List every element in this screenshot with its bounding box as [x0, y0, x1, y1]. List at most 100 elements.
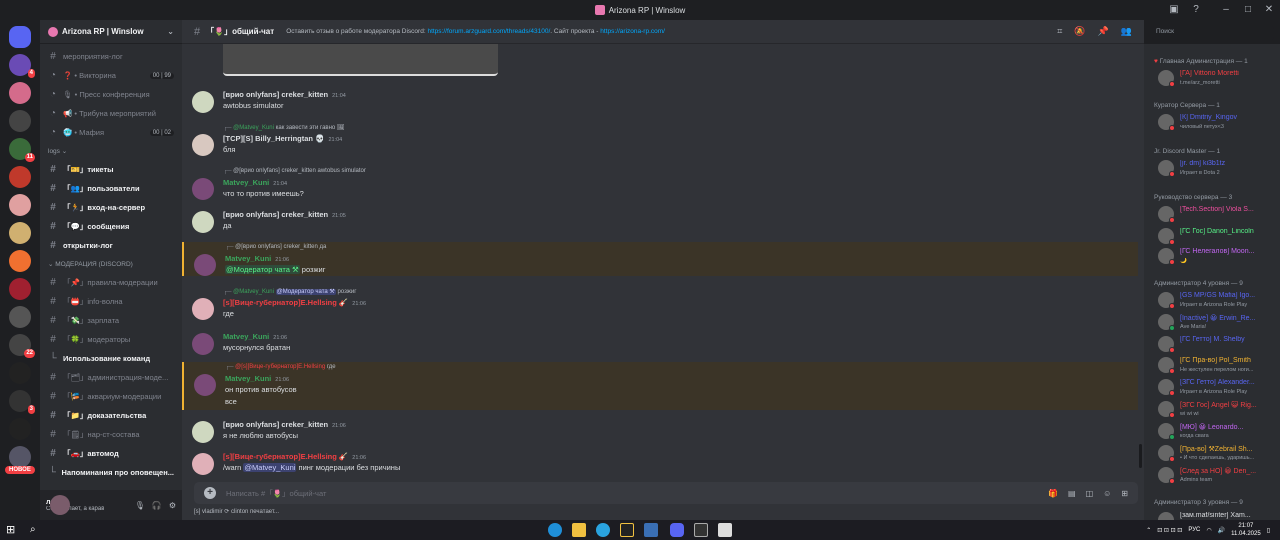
channel-item[interactable]: # 「📛」info-волна — [40, 292, 182, 311]
thread-item[interactable]: └ Напоминания про оповещен... — [40, 463, 182, 482]
help-icon[interactable]: ? — [1190, 4, 1202, 16]
channel-item[interactable]: # 「🗂」администрация-моде... — [40, 368, 182, 387]
language-indicator[interactable]: РУС — [1188, 527, 1200, 533]
avatar[interactable] — [192, 91, 214, 113]
close-icon[interactable]: ✕ — [1263, 4, 1275, 16]
reply-reference[interactable]: ┌─ @[врио onlyfans] creker_kitten да — [225, 244, 326, 250]
tray-icons[interactable]: ⊡ ⊡ ⊡ ⊡ — [1157, 527, 1182, 534]
member-item[interactable]: [зам.maf/sinter] Xam... — [1158, 510, 1276, 520]
server-icon-1[interactable]: 4 — [9, 54, 35, 78]
gear-icon[interactable]: ⚙ — [169, 501, 176, 510]
app-icon-4[interactable] — [718, 523, 732, 537]
member-item[interactable]: [ЗГС Гетто] Alexander... Играет в Arizona… — [1158, 377, 1276, 397]
members-icon[interactable]: 👥 — [1121, 26, 1132, 37]
avatar[interactable] — [192, 134, 214, 156]
category-moderation[interactable]: ⌄ МОДЕРАЦИЯ (DISCORD) — [40, 255, 182, 273]
server-icon-6[interactable] — [9, 194, 31, 216]
member-item[interactable]: [След за НО] 😀 Den_... Admins team — [1158, 465, 1276, 485]
message-author[interactable]: Matvey_Kuni 21:06 — [225, 254, 289, 263]
member-item[interactable]: [ГА] Vittorio Moretti t.me/arz_moretti — [1158, 68, 1276, 88]
channel-item[interactable]: # 「🚗」автомод — [40, 444, 182, 463]
pin-icon[interactable]: 📌 — [1098, 26, 1109, 37]
emoji-icon[interactable]: ☺ — [1103, 489, 1111, 498]
member-item[interactable]: [ГС Нелегалов] Moon... 🌙 — [1158, 246, 1276, 266]
maximize-icon[interactable]: □ — [1242, 4, 1254, 16]
reply-reference[interactable]: ┌─ @Matvey_Kuni @Модератор чата ⚒ розжиг — [223, 288, 356, 295]
app-icon-3[interactable] — [694, 523, 708, 537]
avatar[interactable] — [192, 453, 214, 475]
edge-browser-icon[interactable] — [548, 523, 562, 537]
member-item[interactable]: [ЗГС Гос] Angel 😺 Rig... wi wi wi — [1158, 399, 1276, 419]
app-icon[interactable] — [620, 523, 634, 537]
server-icon-9[interactable] — [9, 278, 31, 300]
minimize-icon[interactable]: – — [1220, 4, 1232, 16]
channel-item[interactable]: # 「🗒」нар-ст-состава — [40, 425, 182, 444]
member-item[interactable]: [ГС Гос] Danon_Lincoln — [1158, 226, 1276, 246]
discord-taskbar-icon[interactable] — [670, 523, 684, 537]
notifications-icon[interactable]: ▯ — [1267, 527, 1270, 534]
telegram-icon[interactable] — [596, 523, 610, 537]
search-icon[interactable]: ⌕ — [30, 523, 44, 537]
windows-start-icon[interactable]: ⊞ — [6, 523, 20, 537]
volume-icon[interactable]: 🔊 — [1218, 527, 1225, 534]
file-explorer-icon[interactable] — [572, 523, 586, 537]
channel-item[interactable]: # открытки-лог — [40, 236, 182, 255]
discord-home-icon[interactable] — [9, 26, 31, 48]
clock[interactable]: 21:07 11.04.2025 — [1231, 522, 1261, 538]
avatar[interactable] — [194, 374, 216, 396]
voice-channel-item[interactable]: ◔ 🎙 • Пресс конференция — [40, 85, 182, 104]
headphones-icon[interactable]: 🎧 — [152, 501, 162, 510]
topic-link-site[interactable]: https://arizona-rp.com/ — [600, 28, 665, 35]
server-icon-14[interactable] — [9, 418, 31, 440]
message-composer[interactable]: + Написать #「🌷」общий-чат 🎁 ▤ ◫ ☺ ⊞ — [194, 482, 1138, 504]
member-item[interactable]: [МЮ] 😀 Leonardo... когда свага — [1158, 421, 1276, 441]
server-icon-11[interactable]: 22 — [9, 334, 35, 358]
scrollbar-thumb[interactable] — [1139, 444, 1142, 468]
thread-item[interactable]: └ Использование команд — [40, 349, 182, 368]
user-mention[interactable]: @Matvey_Kuni — [243, 463, 297, 472]
member-item[interactable]: [jr. dm] ki3b1tz Играет в Dota 2 — [1158, 158, 1276, 178]
gift-icon[interactable]: 🎁 — [1048, 489, 1058, 498]
tray-chevron-icon[interactable]: ⌃ — [1146, 527, 1151, 534]
search-input[interactable]: Поиск — [1152, 26, 1274, 40]
message-author[interactable]: Matvey_Kuni 21:04 — [223, 178, 287, 187]
voice-channel-item[interactable]: ◔ 📢 • Трибуна мероприятий — [40, 104, 182, 123]
app-icon-2[interactable] — [644, 523, 658, 537]
wifi-icon[interactable]: ◠ — [1206, 527, 1211, 534]
sticker-icon[interactable]: ◫ — [1086, 489, 1094, 498]
message-author[interactable]: [TCP][S] Billy_Herringtan 💀 21:04 — [223, 134, 342, 143]
server-icon-4[interactable]: 11 — [9, 138, 35, 162]
channel-item[interactable]: # 「🎏」аквариум-модерации — [40, 387, 182, 406]
server-icon-3[interactable] — [9, 110, 31, 132]
role-mention[interactable]: @Модератор чата ⚒ — [225, 265, 300, 274]
server-icon-8[interactable] — [9, 250, 31, 272]
avatar[interactable] — [50, 495, 70, 515]
server-icon-15[interactable] — [9, 446, 31, 468]
server-icon-10[interactable] — [9, 306, 31, 328]
member-item[interactable]: [Tech.Section] Viola S... — [1158, 204, 1276, 224]
avatar[interactable] — [192, 211, 214, 233]
member-item[interactable]: [GS MP/GS Mafia] Igo... Играет в Arizona … — [1158, 290, 1276, 310]
message-author[interactable]: [врио onlyfans] creker_kitten 21:06 — [223, 420, 346, 429]
member-item[interactable]: [Inactive] 😀 Erwin_Re... Ave Maria! — [1158, 312, 1276, 332]
member-item[interactable]: [ГС Пра-во] Pol_Smith Не жестулен перелом… — [1158, 355, 1276, 375]
server-icon-7[interactable] — [9, 222, 31, 244]
message-author[interactable]: [врио onlyfans] creker_kitten 21:05 — [223, 210, 346, 219]
notification-bell-icon[interactable]: 🔕 — [1074, 26, 1085, 37]
message-author[interactable]: Matvey_Kuni 21:06 — [223, 332, 287, 341]
message-image-attachment[interactable] — [223, 44, 498, 76]
category-logs[interactable]: logs ⌄ — [40, 142, 182, 160]
channel-item[interactable]: # мероприятия-лог — [40, 47, 182, 66]
channel-item[interactable]: # 「👥」пользователи — [40, 179, 182, 198]
avatar[interactable] — [192, 421, 214, 443]
reply-reference[interactable]: ┌─ @Matvey_Kuni как завести эти гавно 🖼 — [223, 124, 345, 131]
message-author[interactable]: [s][Вице-губернатор]E.Hellsing 🎸 21:06 — [223, 298, 366, 307]
message-author[interactable]: Matvey_Kuni 21:06 — [225, 374, 289, 383]
server-header[interactable]: Arizona RP | Winslow ⌄ — [40, 20, 182, 44]
microphone-icon[interactable]: 🎙 — [135, 501, 145, 510]
gif-icon[interactable]: ▤ — [1068, 489, 1076, 498]
message-author[interactable]: [врио onlyfans] creker_kitten 21:04 — [223, 90, 346, 99]
avatar[interactable] — [192, 298, 214, 320]
avatar[interactable] — [192, 178, 214, 200]
avatar[interactable] — [194, 254, 216, 276]
